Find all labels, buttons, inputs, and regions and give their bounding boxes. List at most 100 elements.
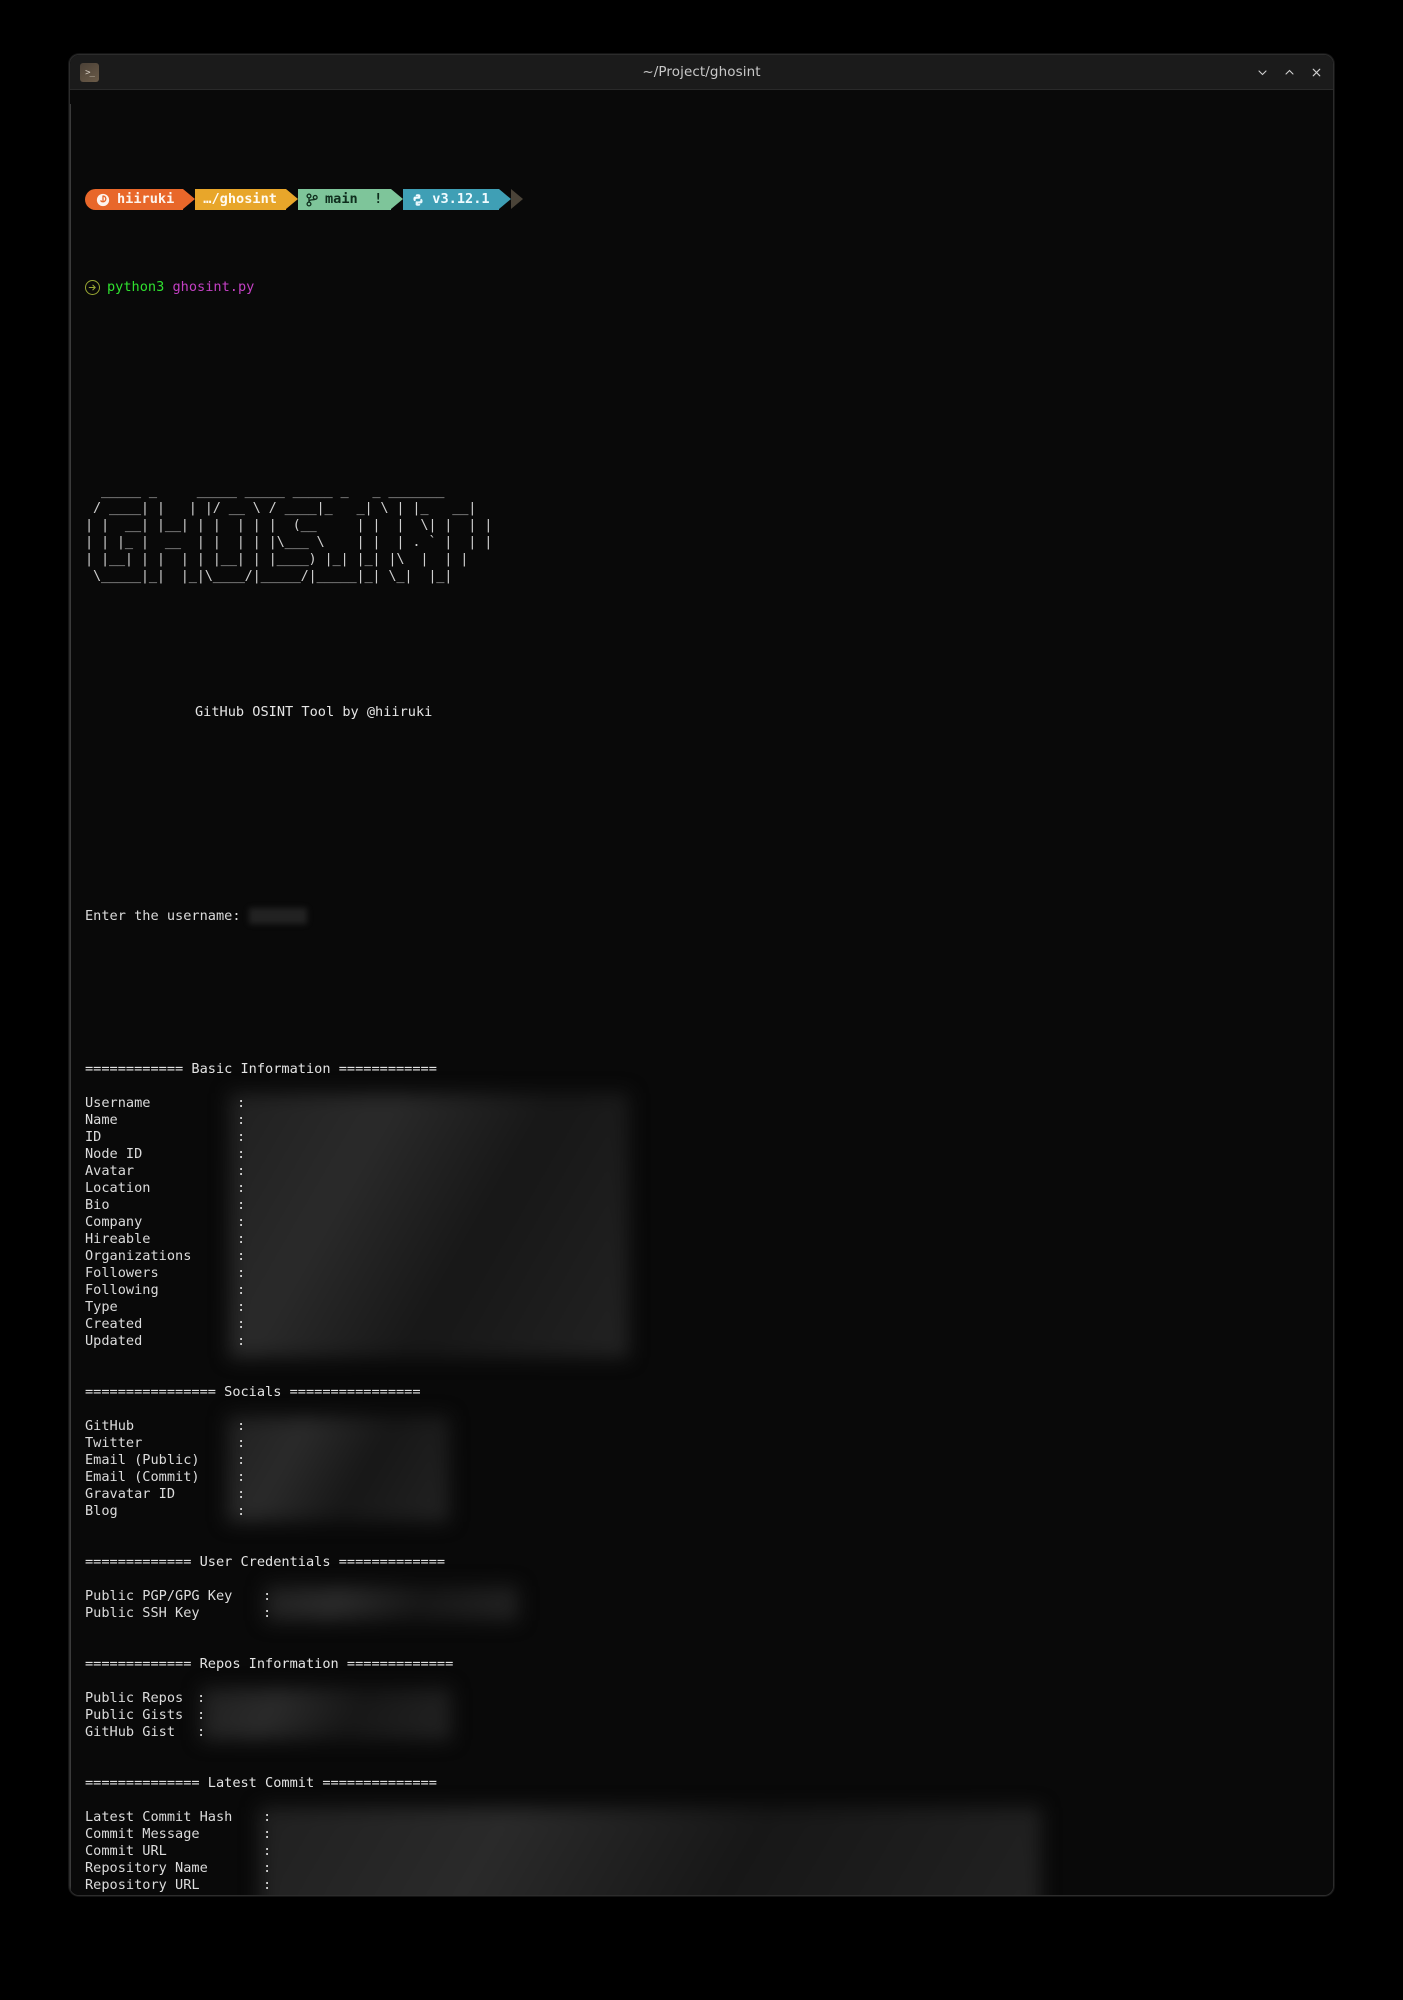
field-label: Created [85, 1316, 143, 1332]
field-row: Repository URL: [85, 1877, 1333, 1894]
field-colon: : [237, 1163, 246, 1179]
terminal-app-icon: >_ [80, 63, 99, 82]
ascii-banner: _____ _ _____ _____ _____ _ _ _______ / … [85, 483, 1333, 585]
ascii-line-2: | | __| |__| | | | | | (__ | | | \| | | … [85, 517, 493, 533]
field-colon: : [263, 1877, 272, 1893]
ascii-line-5: \_____|_| |_|\____/|_____/|_____|_| \_| … [85, 568, 453, 584]
field-colon: : [197, 1707, 206, 1723]
close-icon[interactable] [1309, 66, 1323, 80]
field-row: ID: [85, 1129, 1333, 1146]
field-colon: : [237, 1486, 246, 1502]
section-header-repos-information: ============= Repos Information ========… [85, 1656, 454, 1672]
terminal-output: hiiruki …/ghosint main ! v3.12.1 python3… [70, 104, 1333, 1895]
field-colon: : [237, 1503, 246, 1519]
field-label: Hireable [85, 1231, 151, 1247]
terminal-app-icon-glyph: >_ [85, 68, 95, 78]
window-title: ~/Project/ghosint [642, 64, 761, 80]
field-row: Location: [85, 1180, 1333, 1197]
field-colon: : [263, 1588, 272, 1604]
field-row: Gravatar ID: [85, 1486, 1333, 1503]
field-colon: : [263, 1843, 272, 1859]
user-icon [96, 193, 110, 207]
ascii-line-4: | |__| | | | | |__| | |____) |_| |_| |\ … [85, 551, 469, 567]
field-label: Bio [85, 1197, 110, 1213]
field-colon: : [197, 1724, 206, 1740]
command-argument: ghosint.py [172, 279, 255, 295]
section-header-user-credentials: ============= User Credentials =========… [85, 1554, 446, 1570]
field-label: Commit URL [85, 1843, 167, 1859]
field-row: Type: [85, 1299, 1333, 1316]
field-row: Avatar: [85, 1163, 1333, 1180]
field-colon: : [263, 1894, 271, 1895]
field-label: Username [85, 1095, 151, 1111]
field-colon: : [237, 1180, 246, 1196]
field-row: Commit URL: [85, 1843, 1333, 1860]
field-label: GitHub [85, 1418, 135, 1434]
prompt-user-label: hiiruki [117, 191, 175, 207]
username-input-row[interactable]: Enter the username: [85, 908, 1333, 925]
field-colon: : [237, 1146, 246, 1162]
field-colon: : [237, 1129, 246, 1145]
prompt-git-branch: main [324, 191, 358, 207]
field-colon: : [237, 1214, 246, 1230]
field-row: Public SSH Key: [85, 1605, 1333, 1622]
field-row: Public PGP/GPG Key: [85, 1588, 1333, 1605]
maximize-icon[interactable] [1282, 66, 1296, 80]
field-row: Public Repos: [85, 1690, 1333, 1707]
section-header-socials: ================ Socials ===============… [85, 1384, 421, 1400]
field-label: Public PGP/GPG Key [85, 1588, 233, 1604]
field-colon: : [237, 1265, 246, 1281]
field-colon: : [263, 1809, 272, 1825]
ascii-line-3: | | |_ | __ | | | | |\___ \ | | | . ` | … [85, 534, 493, 550]
field-label: Commit Message [85, 1826, 200, 1842]
username-input-value[interactable] [248, 908, 307, 924]
field-label: Organizations [85, 1248, 192, 1264]
field-colon: : [263, 1605, 272, 1621]
field-colon: : [237, 1418, 246, 1434]
field-label: Public Repos [85, 1690, 184, 1706]
field-label: Email (Commit) [85, 1469, 200, 1485]
field-label: Node ID [85, 1146, 143, 1162]
screen: >_ ~/Project/ghosint hiiruki …/ghosint m… [0, 0, 1403, 2000]
section-header-basic-information: ============ Basic Information =========… [85, 1061, 437, 1077]
field-label: Public Gists [85, 1707, 184, 1723]
field-row: Email (Public): [85, 1452, 1333, 1469]
minimize-icon[interactable] [1255, 66, 1269, 80]
field-label: Gravatar ID [85, 1486, 176, 1502]
field-colon: : [237, 1333, 246, 1349]
field-row: Company: [85, 1214, 1333, 1231]
banner-subtitle: GitHub OSINT Tool by @hiiruki [195, 704, 433, 720]
terminal-edge-line [70, 104, 71, 1895]
section-fields-repos-information: Public Repos: Public Gists: GitHub Gist: [77, 1688, 1333, 1741]
field-row: Created: [85, 1316, 1333, 1333]
field-colon: : [237, 1095, 246, 1111]
field-label: ID [85, 1129, 102, 1145]
window-titlebar: >_ ~/Project/ghosint [70, 55, 1333, 90]
section-fields-user-credentials: Public PGP/GPG Key: Public SSH Key: [77, 1586, 1333, 1622]
field-row: Hireable: [85, 1231, 1333, 1248]
prompt-git-dirty: ! [374, 191, 383, 207]
field-label: Repository URL [85, 1877, 200, 1893]
terminal-body[interactable]: hiiruki …/ghosint main ! v3.12.1 python3… [70, 90, 1333, 1895]
prompt-tail [510, 189, 523, 210]
field-colon: : [263, 1826, 272, 1842]
prompt-git-segment: main ! [297, 189, 392, 210]
field-row: Commit Message: [85, 1826, 1333, 1843]
field-label: Avatar [85, 1163, 135, 1179]
field-row: Updated: [85, 1333, 1333, 1350]
field-colon: : [237, 1299, 246, 1315]
field-row: Name: [85, 1112, 1333, 1129]
field-colon: : [197, 1690, 206, 1706]
field-label: Repository Name [85, 1860, 208, 1876]
field-row: Node ID: [85, 1146, 1333, 1163]
command-line: python3 ghosint.py [85, 279, 1333, 296]
prompt-arrow-icon [85, 280, 100, 295]
field-row: Following: [85, 1282, 1333, 1299]
field-row: Bio: [85, 1197, 1333, 1214]
field-colon: : [237, 1316, 246, 1332]
field-colon: : [263, 1860, 272, 1876]
field-row: Email (Commit): [85, 1469, 1333, 1486]
prompt-path-label: …/ghosint [203, 191, 277, 207]
python-icon [411, 193, 425, 207]
prompt-sep-4 [498, 189, 511, 210]
